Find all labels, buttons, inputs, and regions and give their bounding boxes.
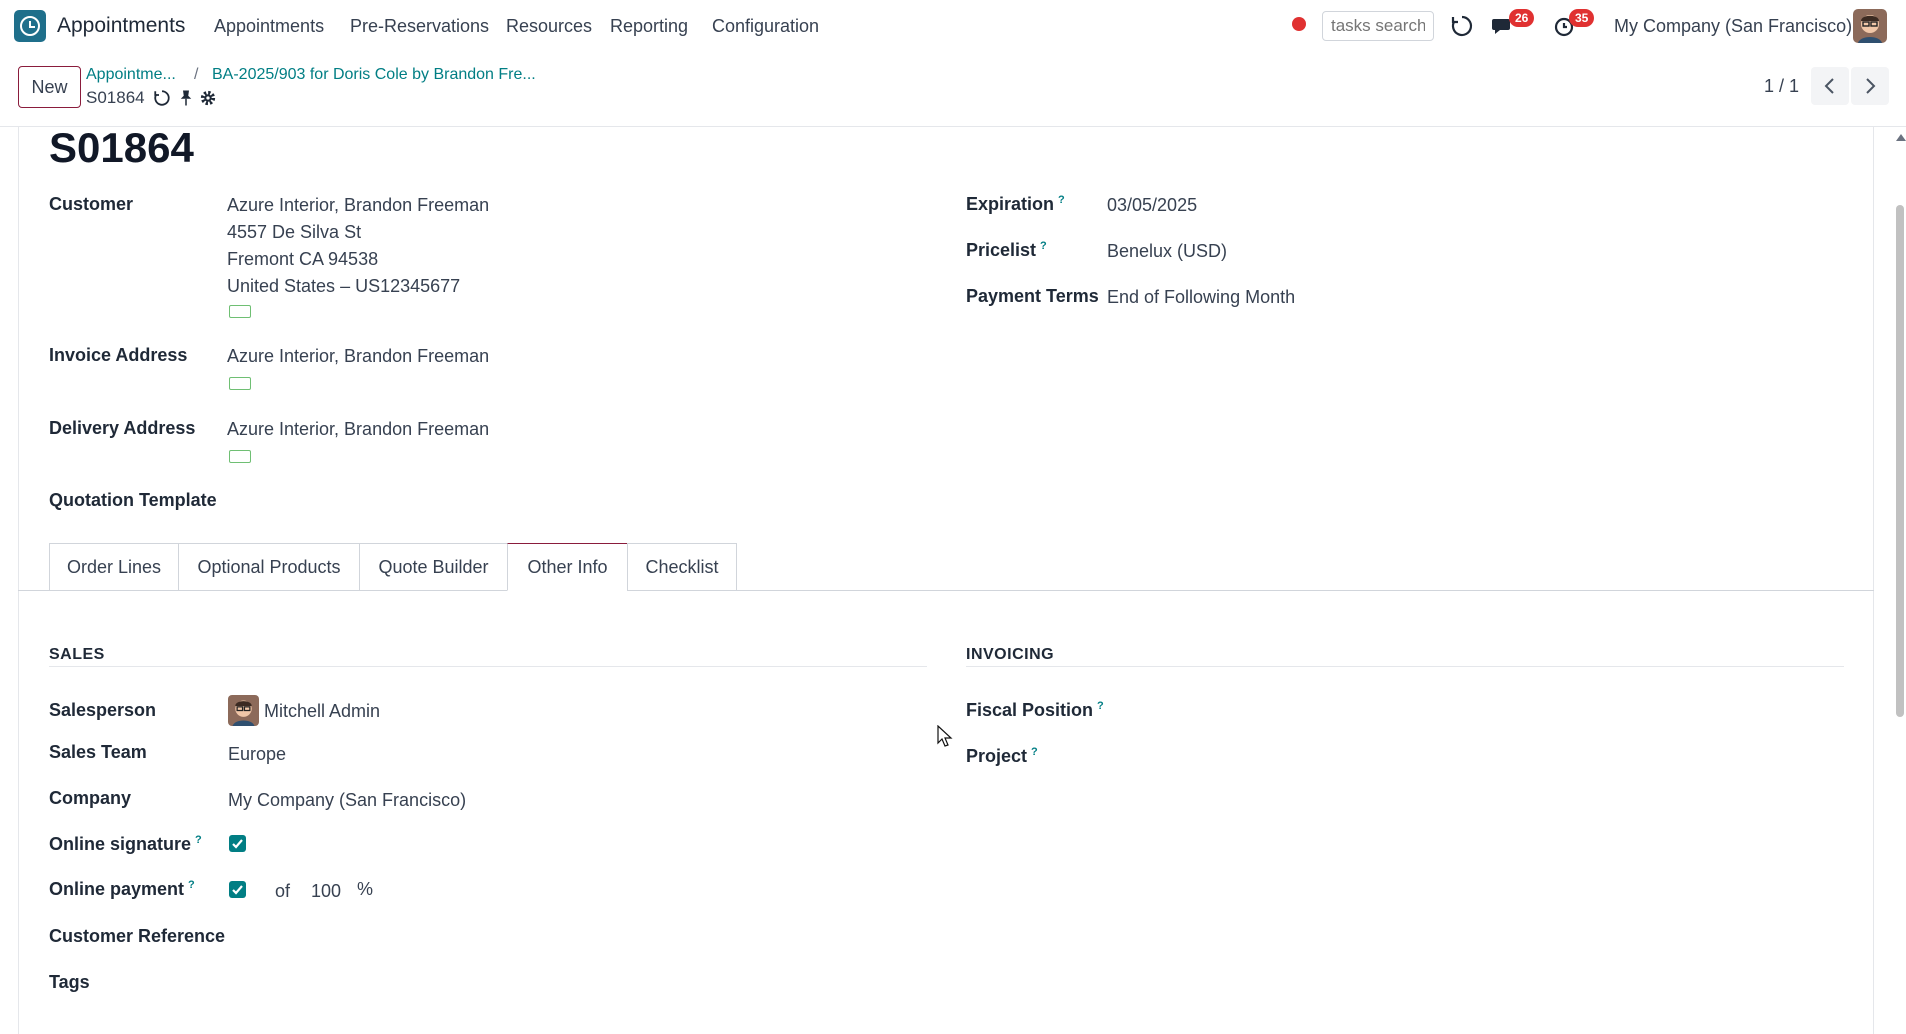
tab-order-lines[interactable]: Order Lines [49, 543, 179, 591]
pin-icon[interactable] [177, 89, 195, 107]
payment-terms-value[interactable]: End of Following Month [1107, 287, 1295, 308]
tags-label: Tags [49, 972, 90, 992]
delivery-address-value[interactable]: Azure Interior, Brandon Freeman [227, 419, 489, 440]
menu-reporting[interactable]: Reporting [610, 16, 688, 37]
top-navbar: Appointments Appointments Pre-Reservatio… [0, 0, 1906, 52]
delivery-address-card-icon[interactable] [229, 450, 251, 463]
chevron-left-icon [1824, 78, 1834, 94]
customer-label: Customer [49, 194, 134, 214]
online-signature-label: Online signature? [49, 834, 202, 854]
menu-appointments[interactable]: Appointments [214, 16, 324, 37]
online-signature-checkbox[interactable] [229, 835, 246, 852]
salesperson-label: Salesperson [49, 700, 157, 720]
tab-optional-products[interactable]: Optional Products [178, 543, 360, 591]
fiscal-position-label: Fiscal Position? [966, 700, 1104, 720]
chevron-right-icon [1866, 78, 1876, 94]
scrollbar-thumb[interactable] [1896, 205, 1904, 717]
app-name[interactable]: Appointments [57, 14, 185, 38]
sales-team-label: Sales Team [49, 742, 147, 762]
breadcrumb-current-record: S01864 [86, 88, 145, 107]
sales-section-title: SALES [49, 646, 105, 663]
breadcrumb-appointments[interactable]: Appointme... [86, 66, 176, 84]
invoicing-section-title: INVOICING [966, 646, 1055, 663]
tasks-search-input[interactable] [1322, 11, 1434, 41]
customer-line-1[interactable]: Azure Interior, Brandon Freeman [227, 195, 489, 216]
pricelist-value[interactable]: Benelux (USD) [1107, 241, 1227, 262]
sales-team-value[interactable]: Europe [228, 744, 286, 765]
appointments-app-icon[interactable] [14, 10, 46, 42]
company-value[interactable]: My Company (San Francisco) [228, 790, 466, 811]
menu-configuration[interactable]: Configuration [712, 16, 819, 37]
breadcrumb-booking[interactable]: BA-2025/903 for Doris Cole by Brandon Fr… [212, 66, 536, 84]
invoicing-section-divider [966, 666, 1844, 667]
expiration-label: Expiration? [966, 194, 1065, 214]
customer-line-4: United States – US12345677 [227, 276, 461, 296]
project-label: Project? [966, 746, 1038, 766]
menu-pre-reservations[interactable]: Pre-Reservations [350, 16, 489, 37]
prepayment-percent-input[interactable]: 100 [311, 881, 341, 902]
expiration-value[interactable]: 03/05/2025 [1107, 195, 1197, 216]
percent-sign: % [357, 879, 374, 899]
online-payment-label: Online payment? [49, 879, 195, 899]
new-button[interactable]: New [18, 66, 81, 108]
recording-indicator-icon[interactable] [1292, 17, 1306, 31]
refresh-chat-icon[interactable] [1450, 14, 1474, 38]
company-switcher[interactable]: My Company (San Francisco) [1614, 16, 1852, 37]
tab-other-info[interactable]: Other Info [507, 543, 628, 591]
checkmark-icon [232, 839, 243, 849]
customer-address-card-icon[interactable] [229, 305, 251, 318]
online-payment-of-text: of [275, 881, 291, 901]
user-avatar[interactable] [1853, 9, 1887, 43]
online-payment-checkbox[interactable] [229, 881, 246, 898]
delivery-address-label: Delivery Address [49, 418, 196, 438]
customer-reference-label: Customer Reference [49, 926, 226, 946]
control-panel: New Appointme... / BA-2025/903 for Doris… [0, 52, 1906, 127]
pager-next-button[interactable] [1851, 67, 1889, 105]
record-refresh-icon[interactable] [153, 89, 171, 107]
salesperson-value[interactable]: Mitchell Admin [264, 701, 380, 722]
customer-line-3: Fremont CA 94538 [227, 249, 379, 269]
sales-section-divider [49, 666, 927, 667]
customer-line-2: 4557 De Silva St [227, 222, 362, 242]
tab-quote-builder[interactable]: Quote Builder [359, 543, 508, 591]
tab-checklist[interactable]: Checklist [627, 543, 737, 591]
pager-previous-button[interactable] [1811, 67, 1849, 105]
payment-terms-label: Payment Terms [966, 286, 1099, 306]
company-label: Company [49, 788, 132, 808]
pricelist-label: Pricelist? [966, 240, 1047, 260]
salesperson-avatar [228, 695, 259, 726]
invoice-address-card-icon[interactable] [229, 377, 251, 390]
quotation-template-label: Quotation Template [49, 490, 217, 510]
checkmark-icon [232, 885, 243, 895]
scroll-up-arrow-icon[interactable] [1896, 134, 1906, 141]
menu-resources[interactable]: Resources [506, 16, 592, 37]
breadcrumb-separator: / [194, 66, 199, 83]
activities-badge: 35 [1569, 9, 1595, 27]
invoice-address-value[interactable]: Azure Interior, Brandon Freeman [227, 346, 489, 367]
mouse-cursor-icon [937, 725, 953, 747]
gear-icon[interactable] [199, 89, 217, 107]
document-title: S01864 [49, 124, 194, 171]
invoice-address-label: Invoice Address [49, 345, 188, 365]
messages-badge: 26 [1509, 9, 1535, 27]
pager-value[interactable]: 1 / 1 [1764, 76, 1799, 97]
